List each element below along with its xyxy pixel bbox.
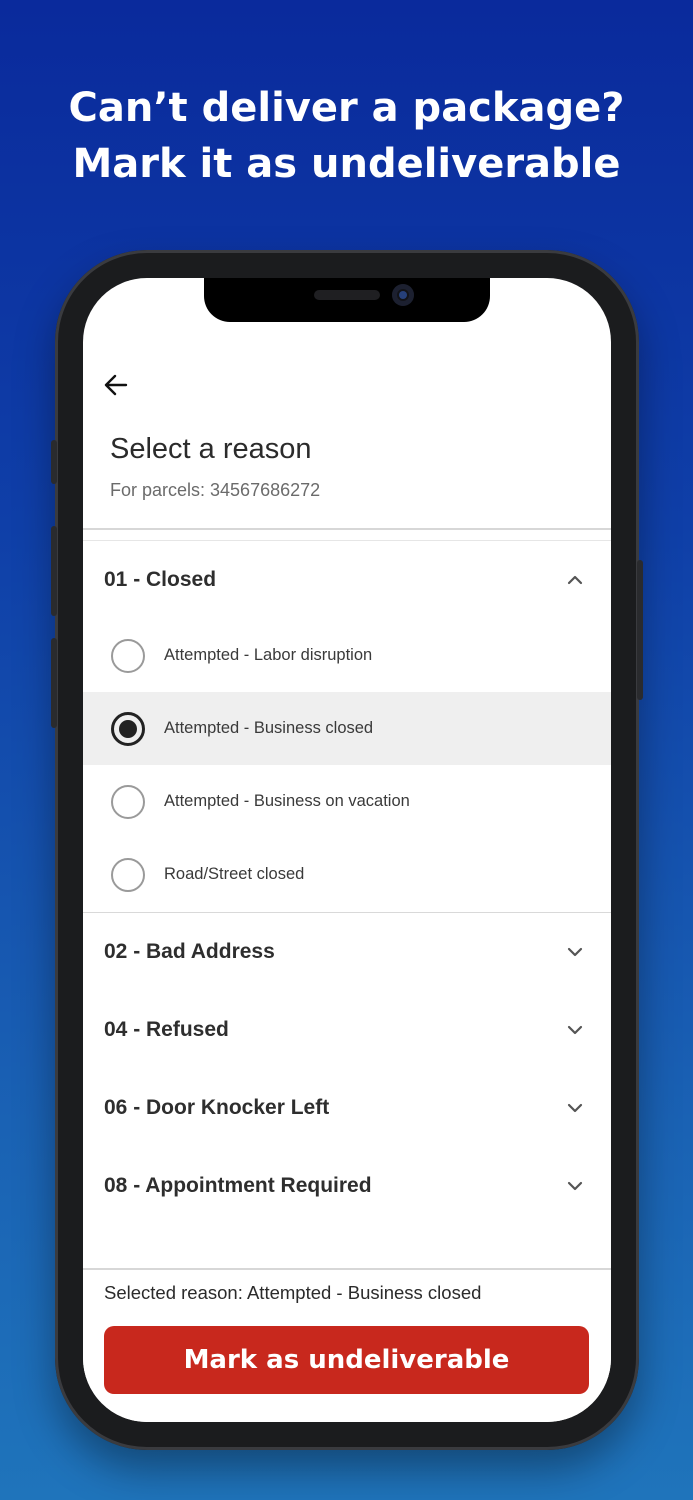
volume-up-button bbox=[51, 526, 57, 616]
speaker bbox=[314, 290, 380, 300]
chevron-down-icon bbox=[567, 947, 583, 957]
group-label: 08 - Appointment Required bbox=[104, 1174, 372, 1197]
group-header-appointment-required[interactable]: 08 - Appointment Required bbox=[83, 1147, 611, 1225]
group-label: 04 - Refused bbox=[104, 1018, 229, 1041]
selected-reason-text: Selected reason: Attempted - Business cl… bbox=[104, 1282, 482, 1303]
camera-icon bbox=[392, 284, 414, 306]
option-business-closed[interactable]: Attempted - Business closed bbox=[83, 692, 611, 765]
notch bbox=[204, 278, 490, 322]
radio-button-selected[interactable] bbox=[111, 711, 145, 746]
parcel-subtitle: For parcels: 34567686272 bbox=[110, 480, 321, 500]
page-title: Select a reason bbox=[110, 433, 312, 465]
power-button bbox=[637, 560, 643, 700]
phone-screen: Select a reason For parcels: 34567686272… bbox=[83, 278, 611, 1422]
volume-down-button bbox=[51, 638, 57, 728]
radio-button[interactable] bbox=[111, 638, 145, 673]
group-header-bad-address[interactable]: 02 - Bad Address bbox=[83, 913, 611, 991]
mute-switch bbox=[51, 440, 57, 484]
group-header-refused[interactable]: 04 - Refused bbox=[83, 991, 611, 1069]
radio-button[interactable] bbox=[111, 857, 145, 892]
back-arrow-icon[interactable] bbox=[101, 370, 131, 400]
chevron-up-icon bbox=[567, 575, 583, 585]
mark-undeliverable-button[interactable]: Mark as undeliverable bbox=[104, 1326, 589, 1394]
group-header-closed[interactable]: 01 - Closed bbox=[83, 541, 611, 619]
group-label: 02 - Bad Address bbox=[104, 940, 275, 963]
reason-list: 01 - Closed Attempted - Labor disruption… bbox=[83, 541, 611, 1225]
group-label: 01 - Closed bbox=[104, 568, 217, 591]
promo-headline: Can’t deliver a package? Mark it as unde… bbox=[0, 80, 693, 192]
header-divider bbox=[83, 528, 611, 530]
option-label: Attempted - Business on vacation bbox=[164, 792, 410, 810]
group-label: 06 - Door Knocker Left bbox=[104, 1096, 330, 1119]
footer-bar: Selected reason: Attempted - Business cl… bbox=[83, 1268, 611, 1422]
option-label: Attempted - Business closed bbox=[164, 719, 374, 737]
chevron-down-icon bbox=[567, 1103, 583, 1113]
option-label: Attempted - Labor disruption bbox=[164, 646, 373, 664]
option-label: Road/Street closed bbox=[164, 865, 305, 883]
chevron-down-icon bbox=[567, 1181, 583, 1191]
promo-line-2: Mark it as undeliverable bbox=[72, 141, 621, 187]
option-road-street-closed[interactable]: Road/Street closed bbox=[83, 838, 611, 911]
group-header-door-knocker-left[interactable]: 06 - Door Knocker Left bbox=[83, 1069, 611, 1147]
phone-frame: Select a reason For parcels: 34567686272… bbox=[51, 250, 643, 1450]
radio-button[interactable] bbox=[111, 784, 145, 819]
option-business-on-vacation[interactable]: Attempted - Business on vacation bbox=[83, 765, 611, 838]
option-labor-disruption[interactable]: Attempted - Labor disruption bbox=[83, 619, 611, 692]
promo-line-1: Can’t deliver a package? bbox=[68, 85, 625, 131]
chevron-down-icon bbox=[567, 1025, 583, 1035]
